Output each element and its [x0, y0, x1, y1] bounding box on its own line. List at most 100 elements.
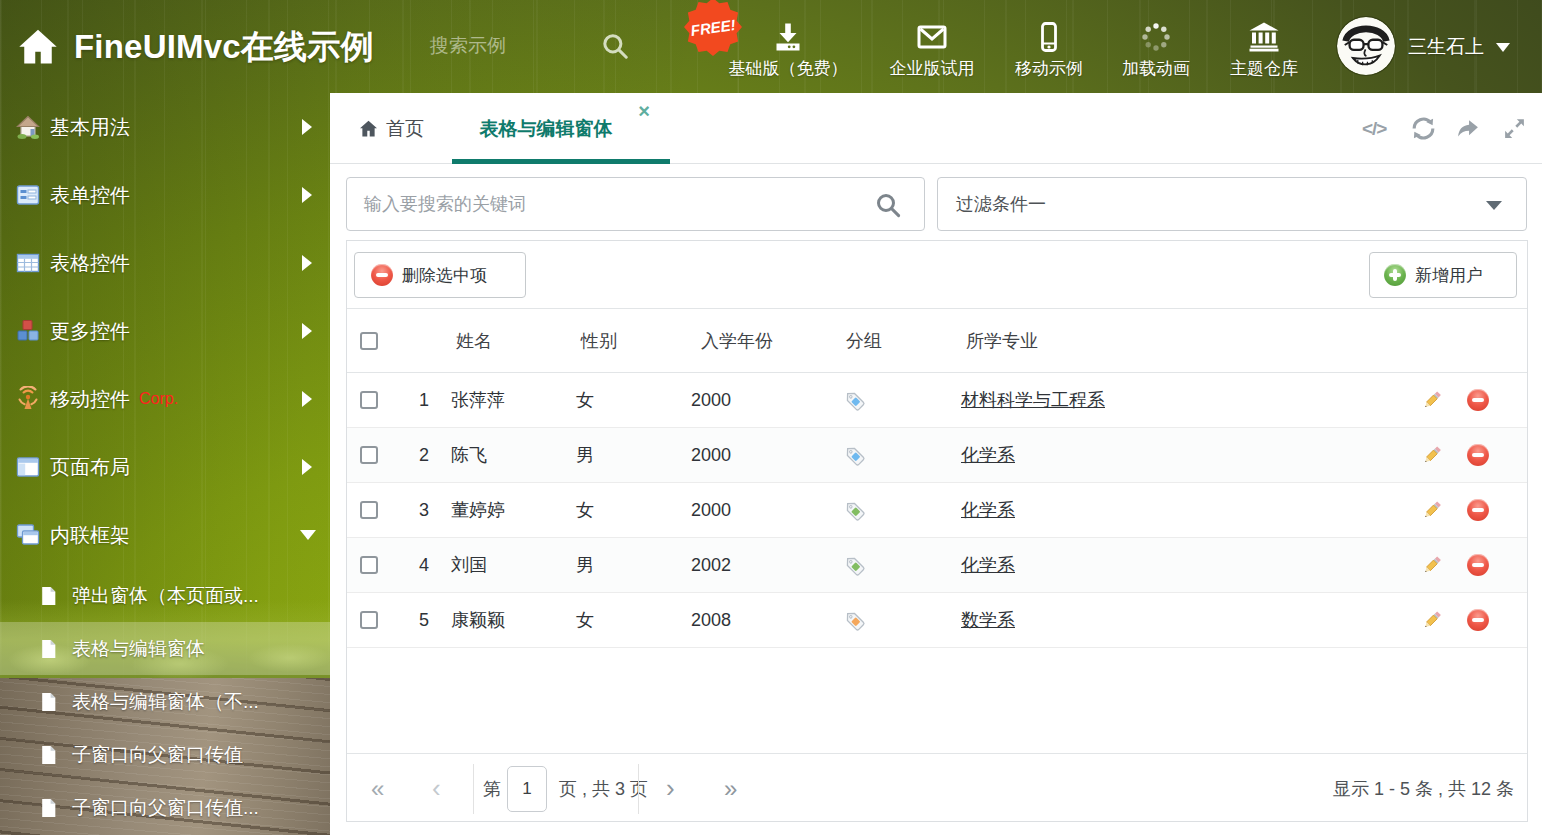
- row-checkbox[interactable]: [360, 611, 378, 629]
- table-icon: [15, 250, 41, 276]
- major-link[interactable]: 数学系: [961, 593, 1015, 647]
- edit-icon[interactable]: [1421, 538, 1443, 592]
- row-checkbox[interactable]: [360, 501, 378, 519]
- search-icon[interactable]: [600, 31, 630, 61]
- nav-basic-edition[interactable]: 基础版（免费）: [713, 0, 863, 93]
- cell-year: 2000: [691, 428, 731, 482]
- share-icon[interactable]: [1454, 93, 1481, 164]
- delete-icon[interactable]: [1467, 593, 1489, 647]
- major-link[interactable]: 化学系: [961, 538, 1015, 592]
- next-page-button[interactable]: ›: [666, 754, 675, 823]
- cell-year: 2002: [691, 538, 731, 592]
- chevron-right-icon: [302, 391, 312, 407]
- sidebar-subitem-child-to-parent[interactable]: 子窗口向父窗口传值: [0, 728, 330, 781]
- edit-icon[interactable]: [1421, 373, 1443, 427]
- delete-icon[interactable]: [1467, 373, 1489, 427]
- sidebar-item-form-controls[interactable]: 表单控件: [0, 161, 330, 229]
- close-icon[interactable]: ×: [638, 101, 650, 121]
- app-header: FineUIMvc在线示例 搜索示例 FREE! 基础版（免费） 企业版试用 移…: [0, 0, 1542, 93]
- row-checkbox[interactable]: [360, 446, 378, 464]
- chevron-down-icon: [300, 530, 316, 540]
- cell-name: 董婷婷: [451, 483, 505, 537]
- major-link[interactable]: 化学系: [961, 428, 1015, 482]
- nav-theme-repository[interactable]: 主题仓库: [1189, 0, 1339, 93]
- first-page-button[interactable]: «: [371, 754, 384, 823]
- edit-icon[interactable]: [1421, 593, 1443, 647]
- sidebar-item-mobile-controls[interactable]: 移动控件Corp.: [0, 365, 330, 433]
- column-header-name[interactable]: 姓名: [456, 309, 492, 372]
- major-link[interactable]: 材料科学与工程系: [961, 373, 1105, 427]
- file-icon: [38, 585, 59, 606]
- user-menu[interactable]: 三生石上: [1408, 0, 1510, 93]
- cubes-icon: [15, 318, 41, 344]
- sidebar-subitem-grid-edit-window-2[interactable]: 表格与编辑窗体（不...: [0, 675, 330, 728]
- frames-icon: [15, 522, 41, 548]
- tag-icon: [843, 483, 866, 537]
- cell-year: 2008: [691, 593, 731, 647]
- file-icon: [38, 797, 59, 818]
- home-icon: [358, 118, 379, 139]
- column-header-gender[interactable]: 性别: [581, 309, 617, 372]
- sidebar-subitem-popup-window[interactable]: 弹出窗体（本页面或...: [0, 569, 330, 622]
- table-row: 3 董婷婷 女 2000 化学系: [347, 483, 1527, 538]
- sidebar-item-iframe[interactable]: 内联框架: [0, 501, 330, 569]
- chevron-right-icon: [302, 459, 312, 475]
- major-link[interactable]: 化学系: [961, 483, 1015, 537]
- tab-grid-edit-window[interactable]: 表格与编辑窗体 ×: [452, 93, 670, 164]
- add-user-button[interactable]: 新增用户: [1369, 252, 1517, 298]
- source-code-icon[interactable]: </>: [1362, 93, 1386, 164]
- filter-dropdown[interactable]: 过滤条件一: [937, 177, 1527, 231]
- keyword-placeholder: 输入要搜索的关键词: [364, 178, 526, 230]
- sidebar-item-more-controls[interactable]: 更多控件: [0, 297, 330, 365]
- sidebar-item-page-layout[interactable]: 页面布局: [0, 433, 330, 501]
- delete-selected-button[interactable]: 删除选中项: [354, 252, 526, 298]
- grid-toolbar: 删除选中项 新增用户: [347, 241, 1527, 309]
- tag-icon: [843, 373, 866, 427]
- cell-name: 陈飞: [451, 428, 487, 482]
- chevron-right-icon: [302, 119, 312, 135]
- table-row: 5 康颖颖 女 2008 数学系: [347, 593, 1527, 648]
- record-summary: 显示 1 - 5 条 , 共 12 条: [1333, 754, 1514, 823]
- header-search-placeholder[interactable]: 搜索示例: [430, 0, 506, 93]
- sidebar-item-basic-usage[interactable]: 基本用法: [0, 93, 330, 161]
- delete-icon[interactable]: [1467, 428, 1489, 482]
- home-icon: [15, 114, 41, 140]
- delete-icon[interactable]: [1467, 483, 1489, 537]
- page-label-prefix: 第: [483, 754, 501, 823]
- minus-icon: [371, 264, 393, 286]
- cell-name: 刘国: [451, 538, 487, 592]
- column-header-group[interactable]: 分组: [846, 309, 882, 372]
- edit-icon[interactable]: [1421, 428, 1443, 482]
- sidebar-item-grid-controls[interactable]: 表格控件: [0, 229, 330, 297]
- plus-icon: [1384, 264, 1406, 286]
- sidebar-subitem-child-to-parent-2[interactable]: 子窗口向父窗口传值...: [0, 781, 330, 834]
- file-icon: [38, 691, 59, 712]
- avatar[interactable]: [1337, 17, 1395, 75]
- search-icon[interactable]: [874, 191, 902, 219]
- home-icon[interactable]: [16, 25, 60, 69]
- table-row: 2 陈飞 男 2000 化学系: [347, 428, 1527, 483]
- prev-page-button[interactable]: ‹: [432, 754, 441, 823]
- select-all-checkbox[interactable]: [360, 332, 378, 350]
- delete-icon[interactable]: [1467, 538, 1489, 592]
- row-number: 5: [377, 593, 429, 647]
- column-header-year[interactable]: 入学年份: [701, 309, 773, 372]
- main-content: 首页 表格与编辑窗体 × </> 输入要搜索的关键词 过滤条件一 删除选中项: [330, 93, 1542, 835]
- chevron-right-icon: [302, 323, 312, 339]
- page-label-suffix: 页 , 共 3 页: [559, 754, 648, 823]
- keyword-search-input[interactable]: 输入要搜索的关键词: [346, 177, 925, 231]
- divider: [473, 764, 474, 814]
- file-icon: [38, 744, 59, 765]
- row-checkbox[interactable]: [360, 391, 378, 409]
- edit-icon[interactable]: [1421, 483, 1443, 537]
- sidebar-subitem-grid-edit-window[interactable]: 表格与编辑窗体: [0, 622, 330, 675]
- page-number-input[interactable]: 1: [507, 766, 547, 812]
- expand-icon[interactable]: [1502, 93, 1527, 164]
- row-number: 2: [377, 428, 429, 482]
- column-header-major[interactable]: 所学专业: [966, 309, 1038, 372]
- refresh-icon[interactable]: [1410, 93, 1437, 164]
- last-page-button[interactable]: »: [724, 754, 737, 823]
- form-icon: [15, 182, 41, 208]
- table-row: 1 张萍萍 女 2000 材料科学与工程系: [347, 373, 1527, 428]
- row-checkbox[interactable]: [360, 556, 378, 574]
